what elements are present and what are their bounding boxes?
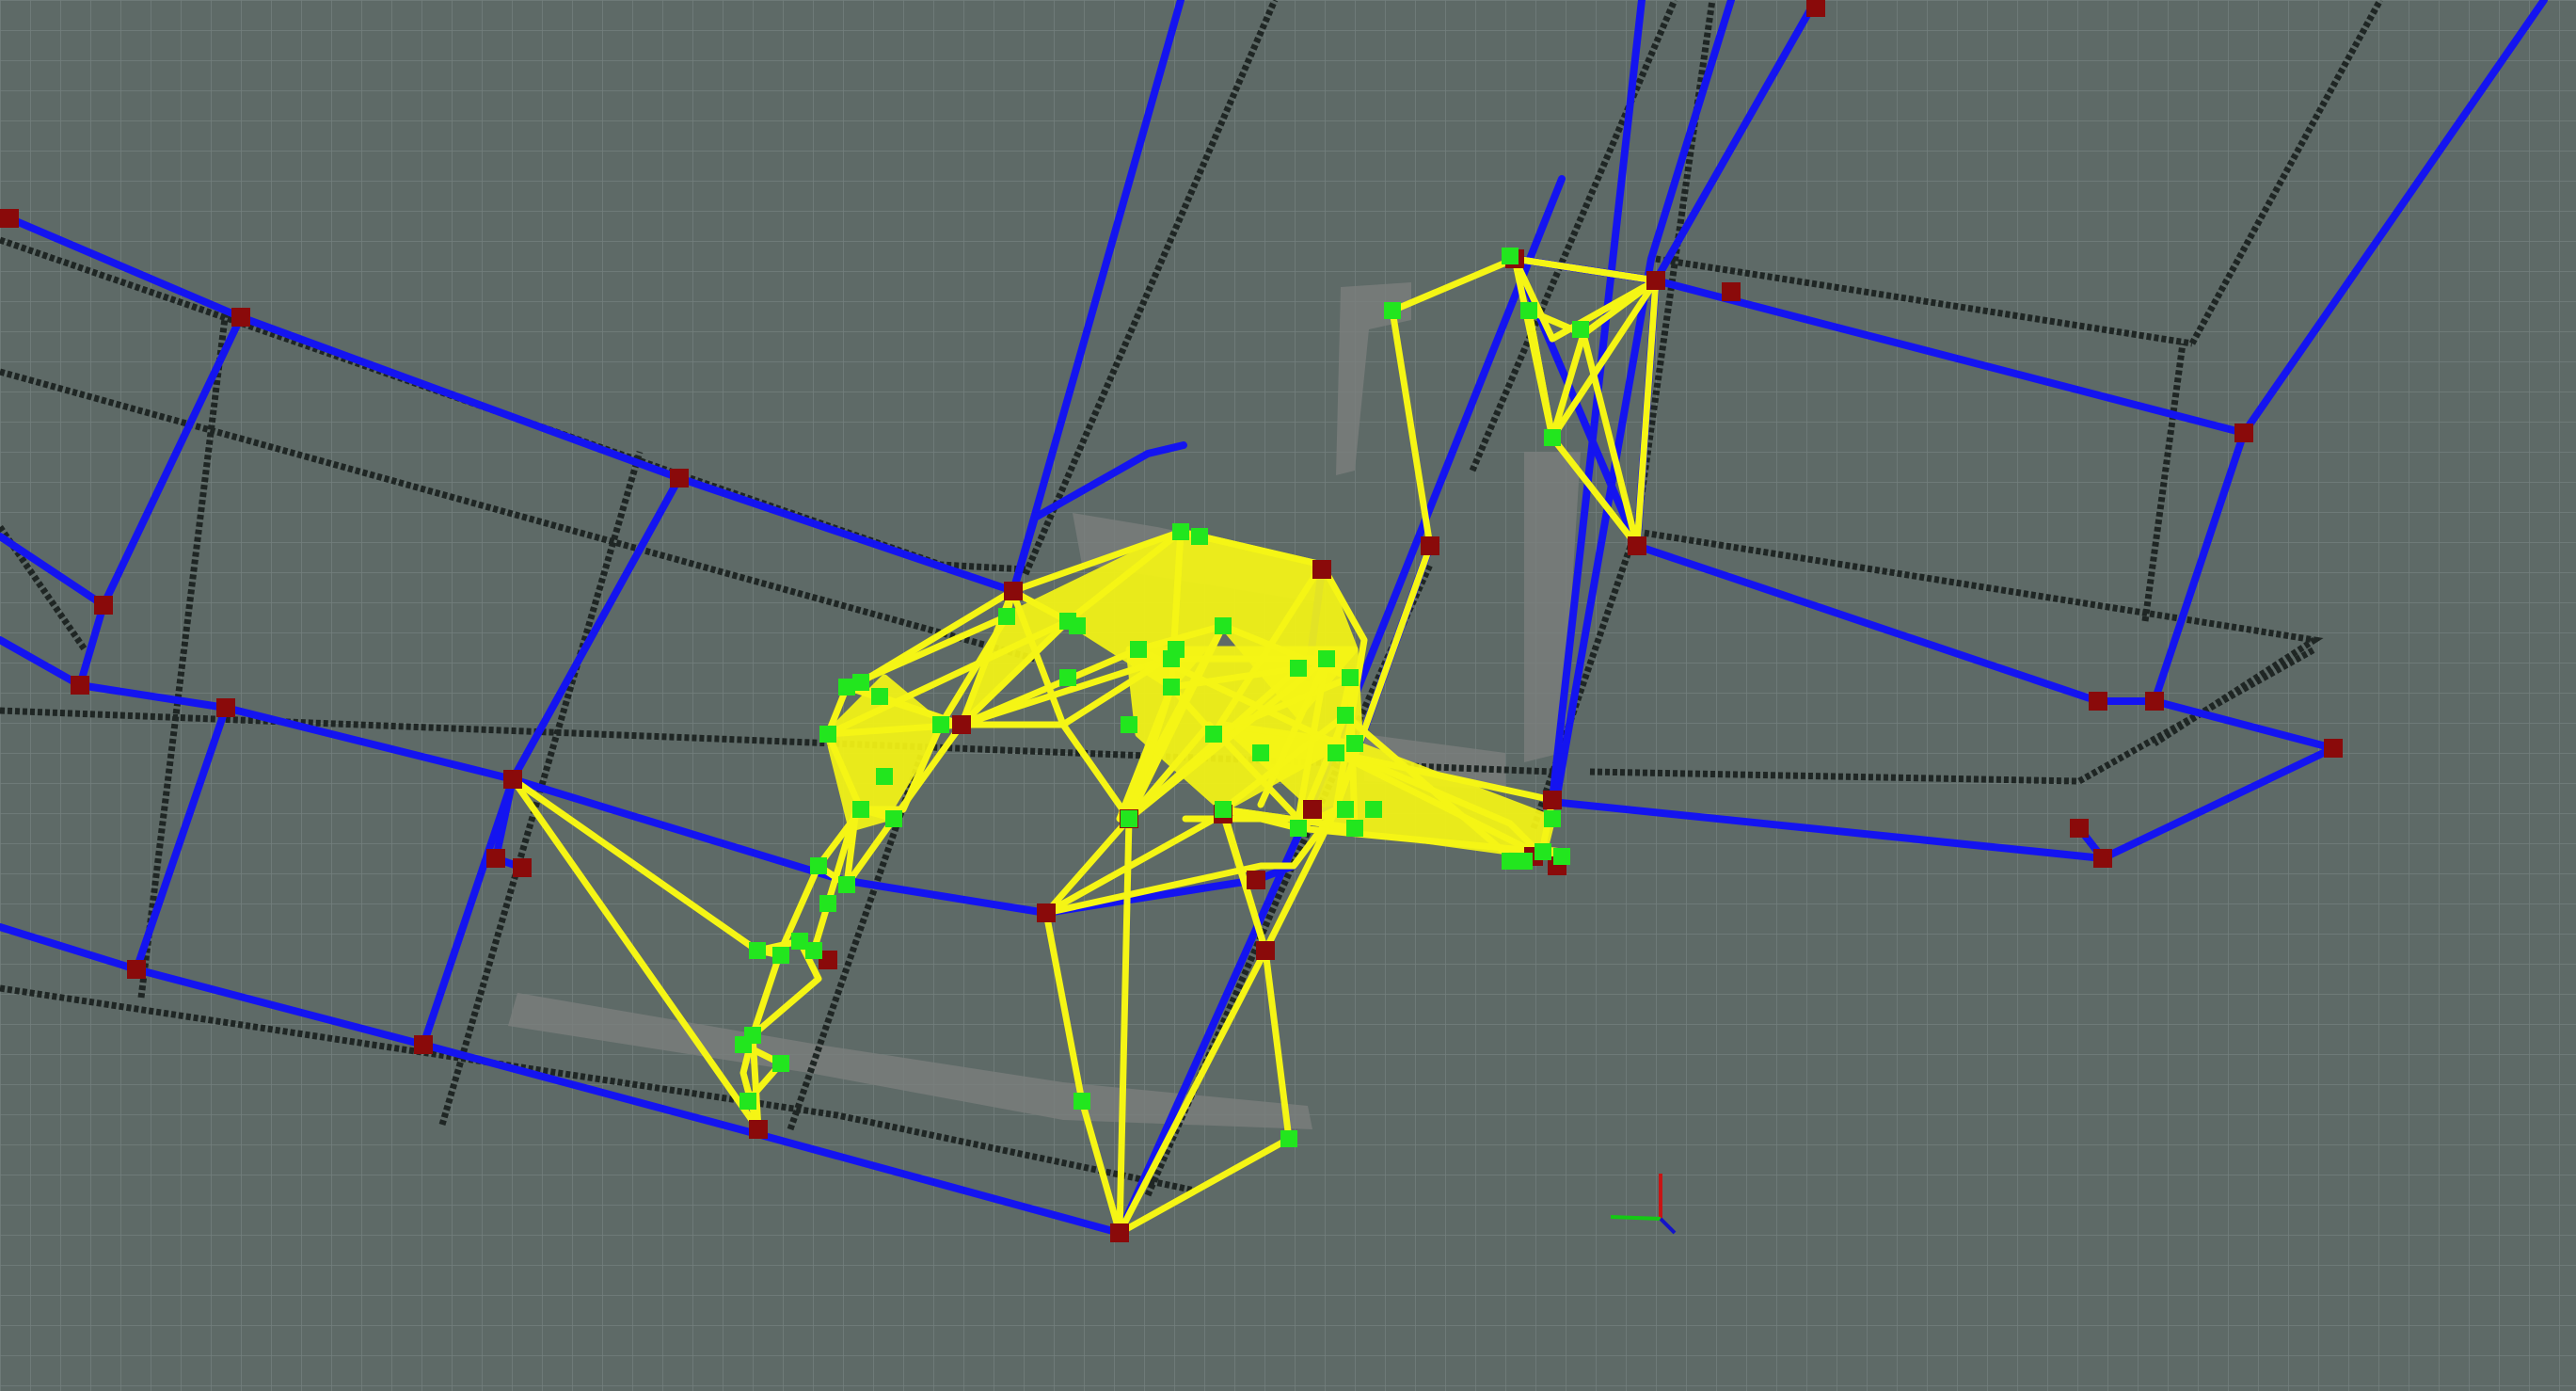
landmark-node-icon[interactable] [1544, 810, 1561, 827]
landmark-node-icon[interactable] [739, 1093, 756, 1110]
landmark-node-icon[interactable] [1205, 726, 1222, 743]
landmark-node-icon[interactable] [791, 933, 808, 950]
pose-node-icon[interactable] [2234, 424, 2253, 442]
pose-node-icon[interactable] [486, 849, 505, 868]
landmark-node-icon[interactable] [1346, 820, 1363, 837]
landmark-node-icon[interactable] [1516, 853, 1533, 870]
landmark-node-icon[interactable] [1163, 679, 1180, 696]
landmark-node-icon[interactable] [1191, 528, 1208, 545]
landmark-node-icon[interactable] [1346, 735, 1363, 752]
landmark-node-icon[interactable] [810, 857, 827, 874]
landmark-node-icon[interactable] [735, 1036, 752, 1053]
landmark-node-icon[interactable] [1215, 617, 1232, 634]
landmark-node-icon[interactable] [998, 608, 1015, 625]
landmark-node-icon[interactable] [1365, 801, 1382, 818]
pose-node-icon[interactable] [2145, 692, 2164, 711]
pose-node-icon[interactable] [1628, 536, 1646, 555]
landmark-node-icon[interactable] [932, 716, 949, 733]
landmark-node-icon[interactable] [1069, 617, 1086, 634]
landmark-node-icon[interactable] [1130, 641, 1147, 658]
landmark-node-icon[interactable] [1328, 744, 1344, 761]
landmark-node-icon[interactable] [852, 801, 869, 818]
landmark-node-icon[interactable] [1290, 820, 1307, 837]
pose-node-icon[interactable] [1110, 1223, 1129, 1242]
pose-node-icon[interactable] [1247, 871, 1265, 889]
pose-node-icon[interactable] [1037, 903, 1056, 922]
landmark-node-icon[interactable] [1280, 1130, 1297, 1147]
pose-node-icon[interactable] [1256, 941, 1275, 960]
landmark-node-icon[interactable] [1337, 707, 1354, 724]
pose-node-icon[interactable] [2093, 849, 2112, 868]
landmark-node-icon[interactable] [838, 679, 855, 696]
pose-node-icon[interactable] [1806, 0, 1825, 17]
pose-node-icon[interactable] [670, 469, 689, 488]
pose-node-icon[interactable] [2324, 739, 2343, 758]
landmark-node-icon[interactable] [772, 947, 789, 964]
pose-node-icon[interactable] [94, 596, 113, 615]
pose-node-icon[interactable] [1303, 800, 1322, 819]
pose-node-icon[interactable] [952, 715, 971, 734]
landmark-node-icon[interactable] [838, 876, 855, 893]
pose-node-icon[interactable] [216, 698, 235, 717]
pose-node-icon[interactable] [1004, 582, 1023, 600]
landmark-node-icon[interactable] [1520, 302, 1537, 319]
axis-y-line [1610, 1215, 1662, 1221]
pose-node-icon[interactable] [414, 1035, 433, 1054]
pose-node-icon[interactable] [503, 770, 522, 789]
pose-node-icon[interactable] [1421, 536, 1439, 555]
landmark-node-icon[interactable] [1215, 801, 1232, 818]
pose-node-icon[interactable] [2070, 819, 2089, 838]
pose-node-icon[interactable] [2089, 692, 2107, 711]
landmark-node-icon[interactable] [885, 810, 902, 827]
pose-node-icon[interactable] [1646, 271, 1665, 290]
pose-node-icon[interactable] [127, 960, 146, 979]
map-3d-viewport[interactable] [0, 0, 2576, 1391]
landmark-node-icon[interactable] [1121, 810, 1137, 827]
pose-node-icon[interactable] [0, 209, 19, 228]
landmark-node-icon[interactable] [749, 942, 766, 959]
landmark-node-icon[interactable] [1121, 716, 1137, 733]
landmark-node-icon[interactable] [1534, 843, 1551, 860]
pose-node-icon[interactable] [231, 308, 250, 327]
landmark-node-icon[interactable] [1059, 669, 1076, 686]
landmark-node-icon[interactable] [772, 1055, 789, 1072]
landmark-node-icon[interactable] [1290, 660, 1307, 677]
landmark-node-icon[interactable] [1572, 321, 1589, 338]
landmark-node-icon[interactable] [819, 726, 836, 743]
landmark-node-icon[interactable] [1544, 429, 1561, 446]
pose-node-icon[interactable] [513, 858, 532, 877]
landmark-node-icon[interactable] [1502, 248, 1519, 264]
landmark-node-icon[interactable] [1073, 1093, 1090, 1110]
pose-node-icon[interactable] [1722, 282, 1741, 301]
landmark-node-icon[interactable] [1384, 302, 1401, 319]
landmark-node-icon[interactable] [1163, 650, 1180, 667]
landmark-node-icon[interactable] [1342, 669, 1359, 686]
landmark-node-icon[interactable] [819, 895, 836, 912]
landmark-node-icon[interactable] [1337, 801, 1354, 818]
landmark-node-icon[interactable] [1172, 523, 1189, 540]
pose-node-icon[interactable] [71, 676, 89, 695]
pose-node-icon[interactable] [1312, 560, 1331, 579]
landmark-node-icon[interactable] [876, 768, 893, 785]
landmark-node-icon[interactable] [1318, 650, 1335, 667]
landmark-node-icon[interactable] [1553, 848, 1570, 865]
pose-node-icon[interactable] [1543, 791, 1562, 809]
pose-node-icon[interactable] [749, 1120, 768, 1139]
landmark-node-icon[interactable] [1252, 744, 1269, 761]
landmark-node-icon[interactable] [871, 688, 888, 705]
